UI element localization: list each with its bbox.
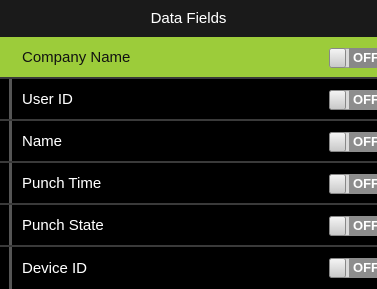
toggle-state: OFF [349, 216, 377, 236]
list-item-name[interactable]: Name OFF [0, 121, 377, 163]
toggle-state: OFF [349, 174, 377, 194]
list-item-label: Name [22, 132, 63, 150]
list-item-label: Punch Time [22, 174, 102, 192]
toggle-knob [330, 217, 345, 235]
list-item-user-id[interactable]: User ID OFF [0, 79, 377, 121]
list-item-label: User ID [22, 90, 73, 108]
row-edge [9, 163, 12, 203]
row-edge [9, 247, 12, 289]
toggle-state: OFF [349, 132, 377, 152]
row-edge [9, 79, 12, 119]
toggle-state: OFF [349, 258, 377, 278]
toggle-switch[interactable]: OFF [329, 258, 377, 278]
list-item-punch-time[interactable]: Punch Time OFF [0, 163, 377, 205]
row-edge [9, 205, 12, 245]
screen: Data Fields Company Name OFF User ID OFF… [0, 0, 377, 289]
toggle-knob [330, 49, 345, 67]
list-item-punch-state[interactable]: Punch State OFF [0, 205, 377, 247]
toggle-knob [330, 91, 345, 109]
toggle-state: OFF [349, 90, 377, 110]
toggle-switch[interactable]: OFF [329, 174, 377, 194]
row-edge [9, 37, 12, 77]
list-item-device-id[interactable]: Device ID OFF [0, 247, 377, 289]
toggle-knob [330, 133, 345, 151]
toggle-knob [330, 259, 345, 277]
toggle-switch[interactable]: OFF [329, 48, 377, 68]
toggle-switch[interactable]: OFF [329, 90, 377, 110]
list-item-label: Punch State [22, 216, 104, 234]
toggle-switch[interactable]: OFF [329, 132, 377, 152]
page-title: Data Fields [0, 0, 377, 38]
data-fields-list: Company Name OFF User ID OFF Name OFF Pu… [0, 37, 377, 289]
list-item-label: Device ID [22, 259, 88, 277]
toggle-switch[interactable]: OFF [329, 216, 377, 236]
toggle-state: OFF [349, 48, 377, 68]
list-item-company-name[interactable]: Company Name OFF [0, 37, 377, 79]
toggle-knob [330, 175, 345, 193]
list-item-label: Company Name [22, 48, 131, 66]
row-edge [9, 121, 12, 161]
